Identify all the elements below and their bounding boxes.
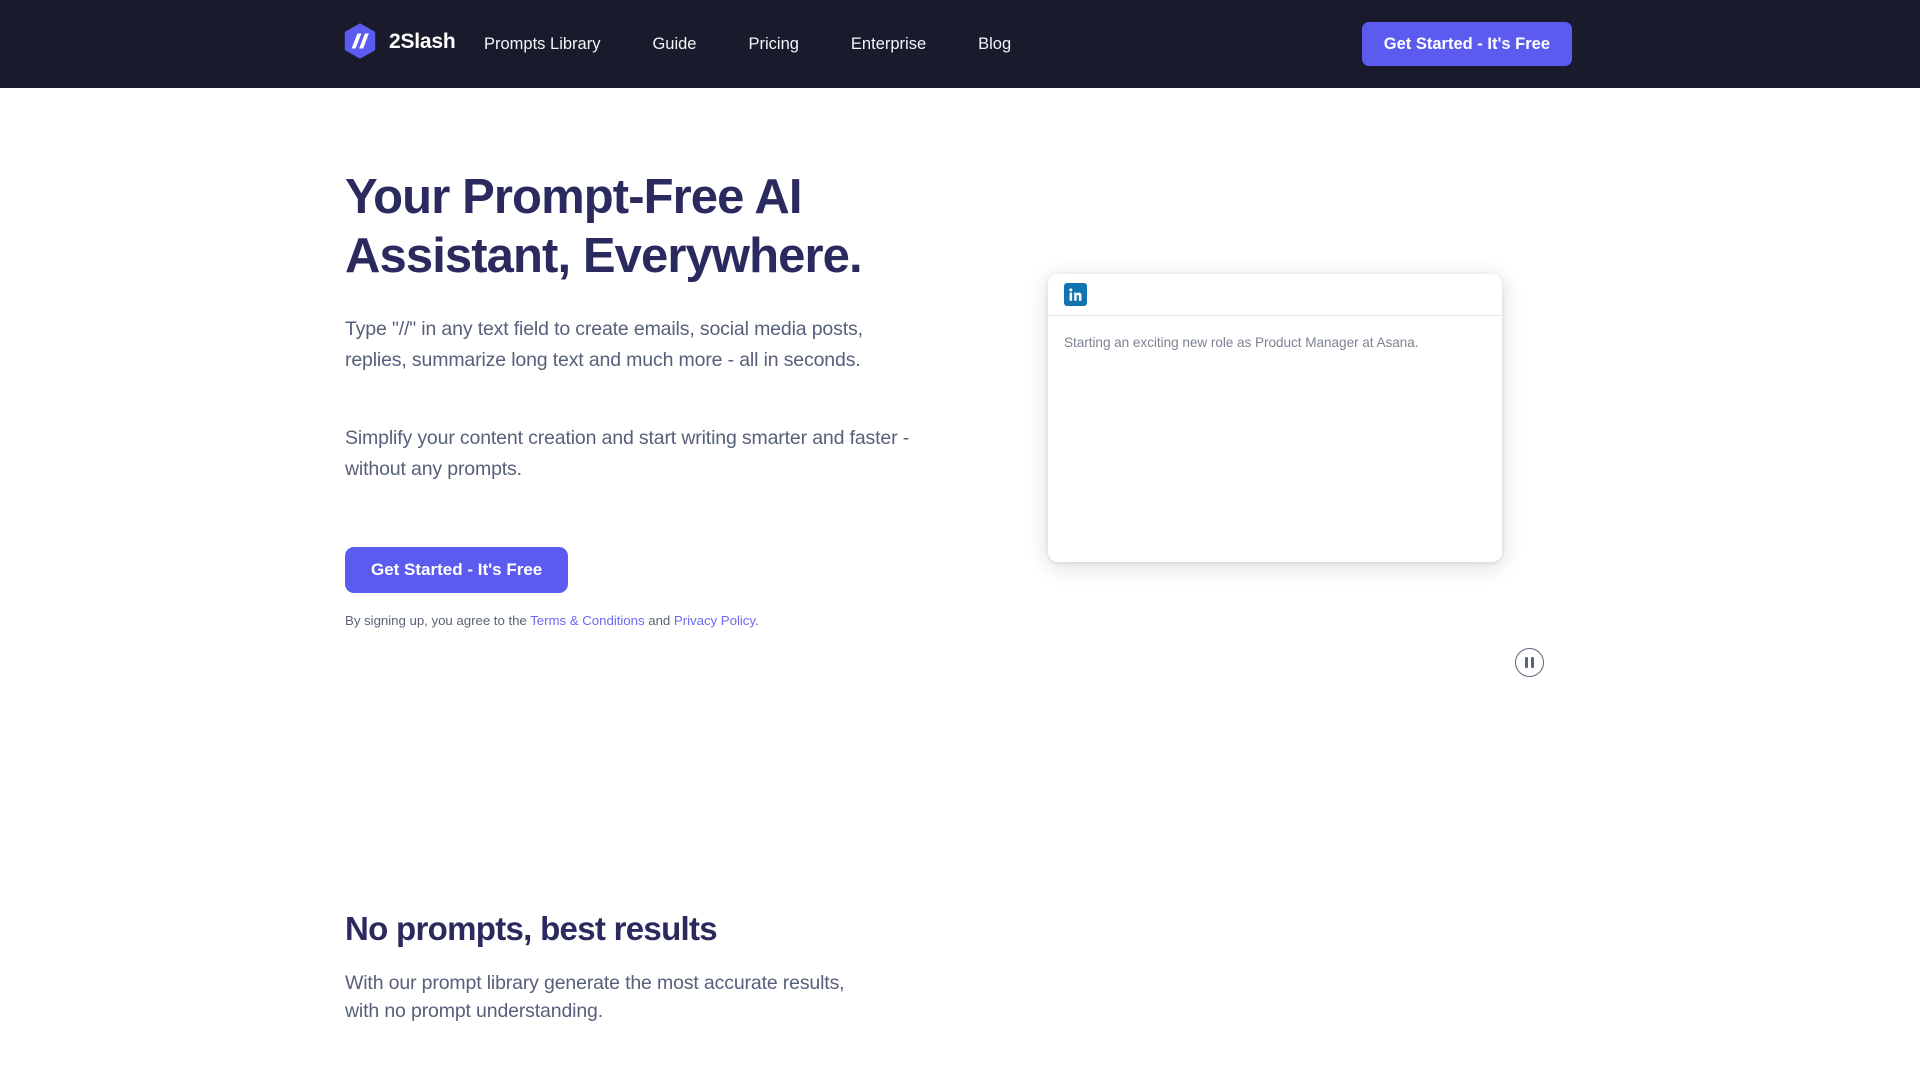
legal-suffix: .: [754, 613, 759, 628]
hero-paragraph-2: Simplify your content creation and start…: [345, 427, 910, 480]
hero-paragraph-1: Type "//" in any text field to create em…: [345, 318, 863, 371]
demo-card-header: [1048, 274, 1502, 316]
section-paragraph: With our prompt library generate the mos…: [345, 972, 845, 1022]
demo-card-body: Starting an exciting new role as Product…: [1048, 316, 1502, 353]
header-inner: 2Slash Prompts Library Guide Pricing Ent…: [0, 0, 1920, 88]
terms-and-conditions-link[interactable]: Terms & Conditions: [530, 613, 644, 628]
site-header: 2Slash Prompts Library Guide Pricing Ent…: [0, 0, 1920, 88]
nav-item-prompts-library[interactable]: Prompts Library: [484, 36, 600, 53]
hero-section: Your Prompt-Free AI Assistant, Everywher…: [0, 88, 1920, 1022]
hero-title-line-1: Your Prompt-Free AI: [345, 170, 803, 224]
pause-bar-right: [1531, 657, 1534, 668]
legal-prefix: By signing up, you agree to the: [345, 613, 531, 628]
brand-name: 2Slash: [389, 29, 456, 53]
main-navigation: Prompts Library Guide Pricing Enterprise…: [484, 0, 1011, 88]
brand-logo[interactable]: 2Slash: [342, 22, 456, 60]
linkedin-post-text: Starting an exciting new role as Product…: [1064, 335, 1419, 350]
privacy-policy-link[interactable]: Privacy Policy: [674, 613, 755, 628]
nav-item-guide[interactable]: Guide: [652, 36, 696, 53]
nav-item-pricing[interactable]: Pricing: [748, 36, 798, 53]
hexagon-double-slash-logo-icon: [342, 22, 378, 60]
pause-circle-icon-button[interactable]: [1515, 648, 1544, 677]
section-title: No prompts, best results: [345, 910, 718, 947]
hero-get-started-button[interactable]: Get Started - It's Free: [345, 547, 569, 593]
nav-item-enterprise[interactable]: Enterprise: [851, 36, 926, 53]
demo-preview: Starting an exciting new role as Product…: [1048, 274, 1502, 562]
header-get-started-button[interactable]: Get Started - It's Free: [1361, 22, 1572, 66]
page-title: Your Prompt-Free AI Assistant, Everywher…: [345, 168, 945, 286]
nav-item-blog[interactable]: Blog: [978, 36, 1011, 53]
hero-title-line-2: Assistant, Everywhere.: [345, 229, 863, 283]
linkedin-post-card: Starting an exciting new role as Product…: [1048, 274, 1502, 562]
features-section: No prompts, best results With our prompt…: [345, 908, 985, 1025]
hero-copy: Your Prompt-Free AI Assistant, Everywher…: [345, 168, 945, 628]
legal-middle: and: [644, 613, 674, 628]
pause-bar-left: [1525, 657, 1528, 668]
linkedin-icon: [1064, 283, 1087, 306]
signup-legal-text: By signing up, you agree to the Terms & …: [345, 613, 945, 628]
